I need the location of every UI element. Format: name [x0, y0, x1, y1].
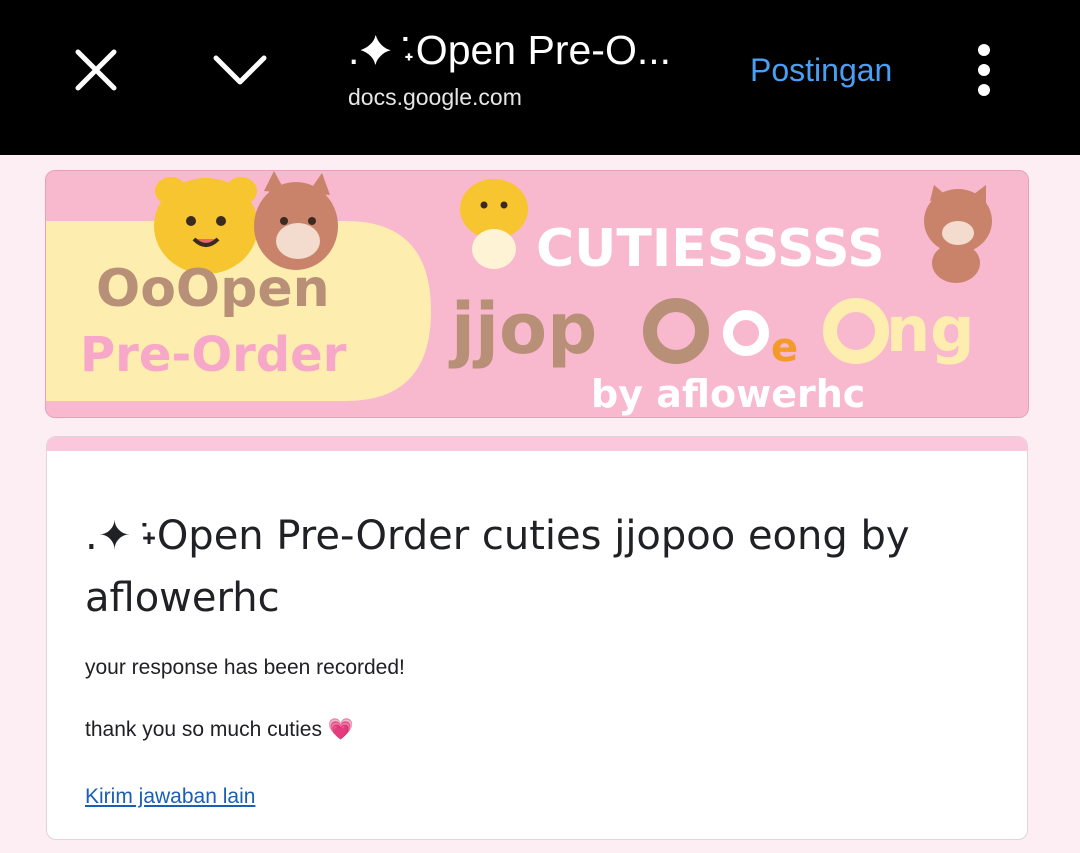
page-title: .✦ ݁˖Open Pre-O... — [348, 27, 672, 73]
banner-right-line1: CUTIESSSSS — [536, 219, 885, 279]
banner-right-line2a: jjop — [448, 288, 597, 370]
close-button[interactable] — [64, 38, 128, 102]
banner-left-line2: Pre-Order — [80, 327, 347, 383]
collapse-button[interactable] — [206, 38, 274, 102]
more-vert-icon — [978, 44, 990, 56]
page-url: docs.google.com — [348, 84, 522, 110]
banner-right-line3: by aflowerhc — [591, 372, 865, 416]
more-options-button[interactable] — [958, 38, 1010, 102]
banner-image: OoOpen Pre-Order CUTIESSSSS jjop e ng by… — [46, 171, 1028, 417]
page-title-area: .✦ ݁˖Open Pre-O... docs.google.com — [348, 24, 708, 112]
response-confirmation-card: .✦ ݁˖Open Pre-Order cuties jjopoo eong b… — [46, 436, 1028, 840]
card-body: .✦ ݁˖Open Pre-Order cuties jjopoo eong b… — [47, 451, 1027, 809]
banner-left-line1: OoOpen — [96, 259, 330, 319]
more-vert-dot — [978, 64, 990, 76]
close-icon — [75, 49, 117, 91]
confirmation-message: your response has been recorded! — [85, 656, 405, 679]
card-accent-bar — [47, 437, 1027, 451]
chevron-down-icon — [213, 55, 267, 85]
thank-you-message: thank you so much cuties 💗 — [85, 718, 354, 741]
postingan-button[interactable]: Postingan — [750, 50, 892, 90]
more-vert-dot — [978, 84, 990, 96]
browser-top-bar: .✦ ݁˖Open Pre-O... docs.google.com Posti… — [0, 0, 1080, 155]
submit-another-response-link[interactable]: Kirim jawaban lain — [85, 785, 255, 809]
form-title: .✦ ݁˖Open Pre-Order cuties jjopoo eong b… — [85, 513, 910, 621]
banner-deco-e: e — [771, 325, 798, 371]
banner-right-line2b: ng — [886, 293, 975, 366]
fox-character-icon — [254, 171, 338, 270]
form-header-banner: OoOpen Pre-Order CUTIESSSSS jjop e ng by… — [45, 170, 1029, 418]
